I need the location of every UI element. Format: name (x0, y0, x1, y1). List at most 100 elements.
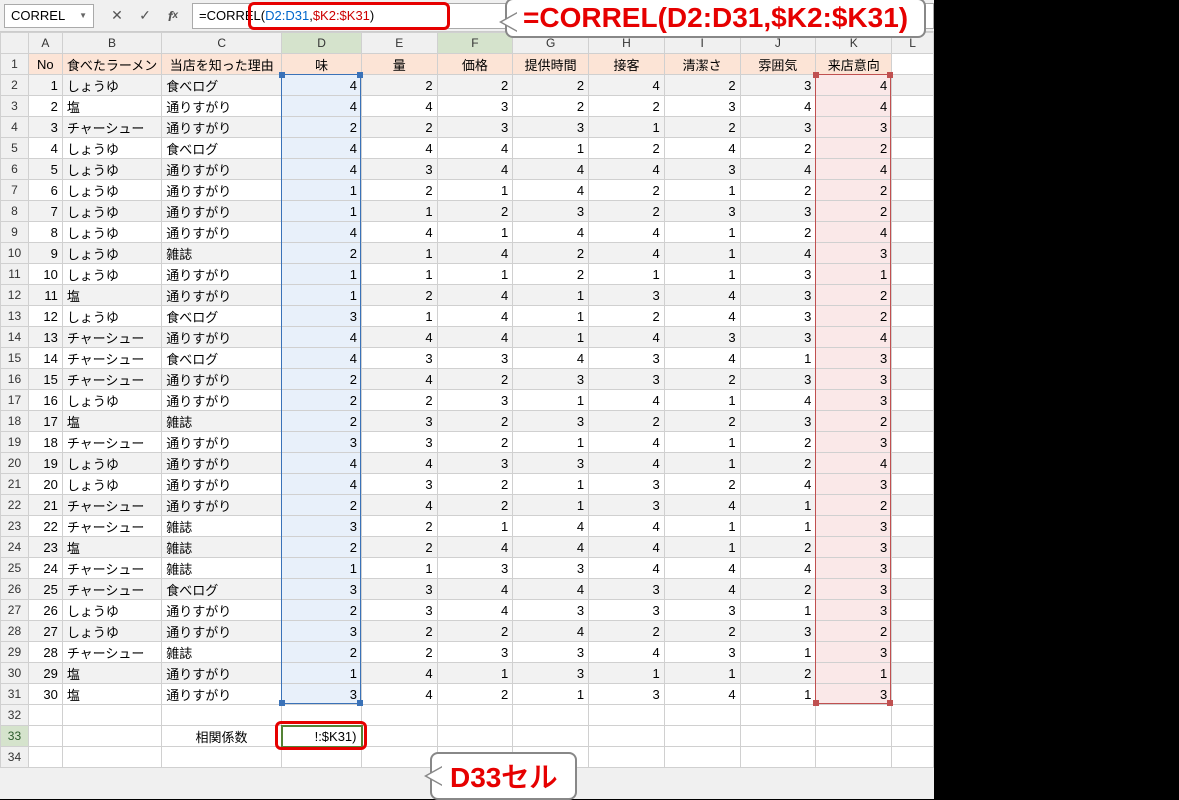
row-header-22[interactable]: 22 (1, 495, 29, 516)
cell[interactable]: 12 (28, 306, 62, 327)
cell[interactable]: 2 (589, 621, 665, 642)
cell[interactable]: 1 (664, 453, 740, 474)
cell[interactable]: 2 (740, 432, 816, 453)
header-cell[interactable]: 来店意向 (816, 54, 892, 75)
cell[interactable]: 4 (816, 75, 892, 96)
cell[interactable]: しょうゆ (62, 243, 161, 264)
cell[interactable]: 4 (437, 327, 513, 348)
cell[interactable]: 2 (589, 180, 665, 201)
cell[interactable]: 2 (589, 138, 665, 159)
cell[interactable]: 1 (513, 138, 589, 159)
cell[interactable]: 13 (28, 327, 62, 348)
col-header-E[interactable]: E (362, 33, 438, 54)
cell[interactable]: 3 (664, 327, 740, 348)
cell[interactable]: 2 (282, 495, 362, 516)
cell[interactable]: 塩 (62, 96, 161, 117)
cell[interactable]: 3 (513, 117, 589, 138)
cell[interactable]: 2 (437, 75, 513, 96)
cell[interactable]: 4 (589, 453, 665, 474)
cell[interactable]: チャーシュー (62, 516, 161, 537)
cell[interactable]: 5 (28, 159, 62, 180)
cell[interactable]: 4 (740, 390, 816, 411)
cell[interactable]: 1 (740, 495, 816, 516)
cell[interactable]: 1 (513, 432, 589, 453)
cell[interactable]: 4 (664, 348, 740, 369)
cell[interactable]: 2 (816, 621, 892, 642)
cell[interactable]: 3 (589, 285, 665, 306)
spreadsheet-grid[interactable]: ABCDEFGHIJKL1No食べたラーメン当店を知った理由味量価格提供時間接客… (0, 32, 934, 768)
cell[interactable]: 4 (664, 684, 740, 705)
cell[interactable]: 塩 (62, 285, 161, 306)
cell[interactable]: 3 (362, 600, 438, 621)
corr-label[interactable]: 相関係数 (162, 726, 282, 747)
cell[interactable]: 1 (513, 285, 589, 306)
cell[interactable]: 雑誌 (162, 537, 282, 558)
row-header-28[interactable]: 28 (1, 621, 29, 642)
cell[interactable]: 4 (362, 222, 438, 243)
cell[interactable]: 11 (28, 285, 62, 306)
cell[interactable]: 1 (282, 285, 362, 306)
cell[interactable]: 1 (740, 348, 816, 369)
cell[interactable]: 2 (282, 390, 362, 411)
cell[interactable]: 2 (740, 453, 816, 474)
cell[interactable]: 2 (589, 411, 665, 432)
insert-function-button[interactable]: fx (162, 5, 184, 27)
cell[interactable]: 3 (282, 516, 362, 537)
cell[interactable]: 3 (816, 117, 892, 138)
cell[interactable]: 21 (28, 495, 62, 516)
cell[interactable]: 3 (816, 579, 892, 600)
cell[interactable]: 2 (437, 432, 513, 453)
cell[interactable]: 3 (513, 663, 589, 684)
cell[interactable]: 4 (664, 285, 740, 306)
cell[interactable]: 4 (282, 348, 362, 369)
cell[interactable]: 3 (589, 600, 665, 621)
name-box[interactable]: CORREL ▼ (4, 4, 94, 28)
cell[interactable]: 22 (28, 516, 62, 537)
header-cell[interactable]: 清潔さ (664, 54, 740, 75)
cell[interactable]: 3 (740, 411, 816, 432)
header-cell[interactable]: 量 (362, 54, 438, 75)
cell[interactable]: チャーシュー (62, 117, 161, 138)
row-header-23[interactable]: 23 (1, 516, 29, 537)
cell[interactable]: 3 (664, 600, 740, 621)
cell[interactable]: 25 (28, 579, 62, 600)
cell[interactable]: 4 (28, 138, 62, 159)
header-cell[interactable]: 当店を知った理由 (162, 54, 282, 75)
cell[interactable]: 2 (362, 516, 438, 537)
cell[interactable]: 4 (362, 138, 438, 159)
row-header-15[interactable]: 15 (1, 348, 29, 369)
cell[interactable]: 4 (513, 180, 589, 201)
cell[interactable]: 2 (513, 75, 589, 96)
cell[interactable]: 2 (437, 684, 513, 705)
header-cell[interactable]: 味 (282, 54, 362, 75)
cell[interactable]: 3 (513, 558, 589, 579)
cell[interactable]: 3 (664, 201, 740, 222)
cell[interactable]: 1 (437, 516, 513, 537)
row-header-1[interactable]: 1 (1, 54, 29, 75)
cell[interactable]: 4 (362, 453, 438, 474)
cell[interactable]: 2 (362, 285, 438, 306)
cell[interactable]: 2 (437, 474, 513, 495)
cell[interactable]: 3 (362, 474, 438, 495)
cell[interactable]: 4 (816, 222, 892, 243)
cell[interactable]: 4 (740, 243, 816, 264)
cell[interactable]: 雑誌 (162, 558, 282, 579)
cell[interactable]: 3 (437, 96, 513, 117)
cell[interactable]: 4 (513, 159, 589, 180)
cell[interactable]: 2 (282, 117, 362, 138)
cell[interactable]: 3 (513, 453, 589, 474)
cell[interactable]: 雑誌 (162, 411, 282, 432)
cell[interactable]: 2 (664, 75, 740, 96)
cell[interactable]: 3 (513, 201, 589, 222)
cell[interactable]: チャーシュー (62, 579, 161, 600)
cell[interactable]: 3 (589, 369, 665, 390)
row-header-30[interactable]: 30 (1, 663, 29, 684)
cell[interactable]: 2 (664, 474, 740, 495)
row-header-26[interactable]: 26 (1, 579, 29, 600)
cell[interactable]: 通りすがり (162, 180, 282, 201)
cell[interactable]: チャーシュー (62, 327, 161, 348)
cell[interactable]: 雑誌 (162, 642, 282, 663)
cell[interactable]: 4 (589, 516, 665, 537)
cell[interactable]: 1 (816, 264, 892, 285)
cell[interactable]: 3 (589, 684, 665, 705)
